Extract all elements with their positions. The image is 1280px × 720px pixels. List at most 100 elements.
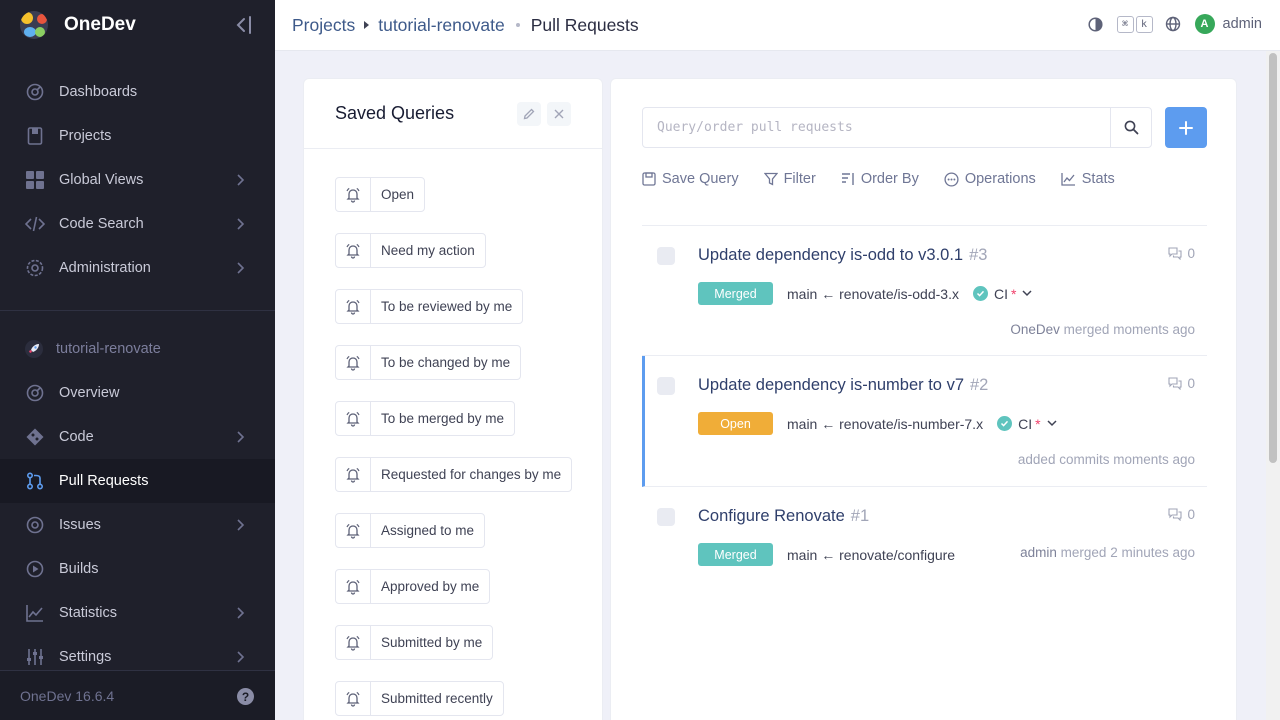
comment-count-value: 0	[1187, 376, 1195, 391]
edit-icon[interactable]	[517, 102, 541, 126]
bell-icon[interactable]	[336, 514, 371, 547]
user-name[interactable]: admin	[1223, 16, 1263, 32]
bell-icon[interactable]	[336, 290, 371, 323]
saved-query-item[interactable]: Submitted recently	[335, 681, 504, 716]
bell-icon[interactable]	[336, 570, 371, 603]
pr-number[interactable]: #3	[969, 246, 987, 264]
bell-icon[interactable]	[336, 234, 371, 267]
bell-icon[interactable]	[336, 458, 371, 491]
sidebar-item-code[interactable]: Code	[0, 415, 275, 459]
stats-button[interactable]: Stats	[1061, 171, 1115, 187]
bell-icon[interactable]	[336, 402, 371, 435]
avatar[interactable]: A	[1194, 14, 1215, 34]
branch-info[interactable]: main ← renovate/is-odd-3.x	[787, 286, 959, 302]
page-title: Pull Requests	[530, 14, 639, 35]
pr-number[interactable]: #1	[851, 507, 869, 525]
row-checkbox[interactable]	[657, 377, 675, 395]
dark-mode-icon[interactable]	[1087, 16, 1103, 32]
pr-activity: added commits moments ago	[1018, 452, 1195, 467]
breadcrumb-project[interactable]: tutorial-renovate	[378, 15, 504, 36]
sidebar-item-label: Issues	[59, 517, 101, 533]
saved-query-item[interactable]: To be changed by me	[335, 345, 522, 380]
pr-title-link[interactable]: Update dependency is-number to v7 #2	[698, 376, 988, 395]
saved-query-item[interactable]: Need my action	[335, 233, 486, 268]
pr-title[interactable]: Update dependency is-odd to v3.0.1	[698, 246, 963, 264]
pr-number[interactable]: #2	[970, 376, 988, 394]
help-icon[interactable]: ?	[237, 688, 254, 705]
order-by-button[interactable]: Order By	[841, 171, 919, 187]
pr-title[interactable]: Update dependency is-number to v7	[698, 376, 964, 394]
saved-query-item[interactable]: Assigned to me	[335, 513, 486, 548]
project-header[interactable]: tutorial-renovate	[25, 340, 161, 358]
saved-query-item[interactable]: Open	[335, 177, 426, 212]
bell-icon[interactable]	[336, 626, 371, 659]
filter-button[interactable]: Filter	[763, 171, 816, 187]
stats-icon	[1061, 173, 1075, 186]
breadcrumb-arrow-icon[interactable]	[364, 21, 370, 29]
brand[interactable]: OneDev	[0, 0, 275, 50]
saved-query-item[interactable]: Approved by me	[335, 569, 491, 604]
sidebar-item-statistics[interactable]: Statistics	[0, 591, 275, 635]
collapse-sidebar-icon[interactable]	[235, 15, 253, 35]
pull-request-row[interactable]: Update dependency is-odd to v3.0.1 #3 0 M…	[642, 226, 1207, 356]
bell-icon[interactable]	[336, 178, 371, 211]
pr-title[interactable]: Configure Renovate	[698, 507, 845, 525]
saved-query-label: To be reviewed by me	[381, 299, 513, 314]
globe-icon[interactable]	[1165, 16, 1181, 32]
saved-query-item[interactable]: Requested for changes by me	[335, 457, 573, 492]
sidebar-item-projects[interactable]: Projects	[0, 114, 275, 158]
sidebar-item-administration[interactable]: Administration	[0, 246, 275, 290]
build-job-label[interactable]: CI	[1018, 416, 1032, 432]
filter-icon	[763, 172, 778, 186]
sidebar-footer: OneDev 16.6.4 ?	[0, 670, 275, 720]
pull-request-row[interactable]: Update dependency is-number to v7 #2 0 Op…	[642, 356, 1207, 487]
pr-actor[interactable]: OneDev	[1010, 322, 1060, 337]
page-scrollbar[interactable]	[1266, 51, 1280, 720]
sidebar-item-overview[interactable]: Overview	[0, 371, 275, 415]
kbd-k[interactable]: k	[1135, 15, 1153, 33]
pr-meta: Open main ← renovate/is-number-7.x CI *	[698, 412, 1057, 435]
saved-query-item[interactable]: Submitted by me	[335, 625, 494, 660]
pull-request-row[interactable]: Configure Renovate #1 0 Merged main ← ren…	[642, 487, 1207, 582]
row-checkbox[interactable]	[657, 508, 675, 526]
bell-icon[interactable]	[336, 682, 371, 715]
sidebar-item-dashboards[interactable]: Dashboards	[0, 70, 275, 114]
breadcrumb-projects[interactable]: Projects	[292, 15, 355, 36]
operations-button[interactable]: Operations	[944, 171, 1036, 187]
sidebar-item-global-views[interactable]: Global Views	[0, 158, 275, 202]
close-icon[interactable]	[547, 102, 571, 126]
chevron-down-icon[interactable]	[1022, 290, 1032, 297]
branch-info[interactable]: main ← renovate/is-number-7.x	[787, 416, 983, 432]
saved-query-item[interactable]: To be reviewed by me	[335, 289, 524, 324]
plus-icon	[1179, 120, 1193, 135]
sidebar-item-label: Global Views	[59, 172, 144, 188]
sidebar-item-builds[interactable]: Builds	[0, 547, 275, 591]
saved-query-label: Assigned to me	[381, 523, 475, 538]
branch-info[interactable]: main ← renovate/configure	[787, 547, 955, 563]
stats-label: Stats	[1081, 171, 1115, 187]
scrollbar-thumb[interactable]	[1269, 53, 1277, 463]
pr-title-link[interactable]: Configure Renovate #1	[698, 507, 869, 526]
pr-activity: admin merged 2 minutes ago	[1020, 545, 1195, 560]
search-button[interactable]	[1110, 107, 1152, 148]
chevron-down-icon[interactable]	[1047, 420, 1057, 427]
add-pull-request-button[interactable]	[1165, 107, 1207, 148]
saved-query-item[interactable]: To be merged by me	[335, 401, 516, 436]
sidebar-item-code-search[interactable]: Code Search	[0, 202, 275, 246]
pr-actor[interactable]: admin	[1020, 545, 1057, 560]
pr-activity: OneDev merged moments ago	[1010, 322, 1195, 337]
sidebar-item-issues[interactable]: Issues	[0, 503, 275, 547]
build-job-label[interactable]: CI	[994, 286, 1008, 302]
chart-icon	[25, 603, 45, 623]
query-input[interactable]	[642, 107, 1111, 148]
save-query-button[interactable]: Save Query	[642, 171, 739, 187]
kbd-cmd[interactable]: ⌘	[1116, 15, 1134, 33]
brand-name: OneDev	[64, 14, 136, 35]
topbar: Projects tutorial-renovate Pull Requests…	[275, 0, 1280, 51]
bell-icon[interactable]	[336, 346, 371, 379]
pr-title-link[interactable]: Update dependency is-odd to v3.0.1 #3	[698, 246, 987, 265]
sidebar-item-label: Statistics	[59, 605, 118, 621]
saved-query-label: Submitted by me	[381, 635, 483, 650]
row-checkbox[interactable]	[657, 247, 675, 265]
sidebar-item-pull-requests[interactable]: Pull Requests	[0, 459, 275, 503]
